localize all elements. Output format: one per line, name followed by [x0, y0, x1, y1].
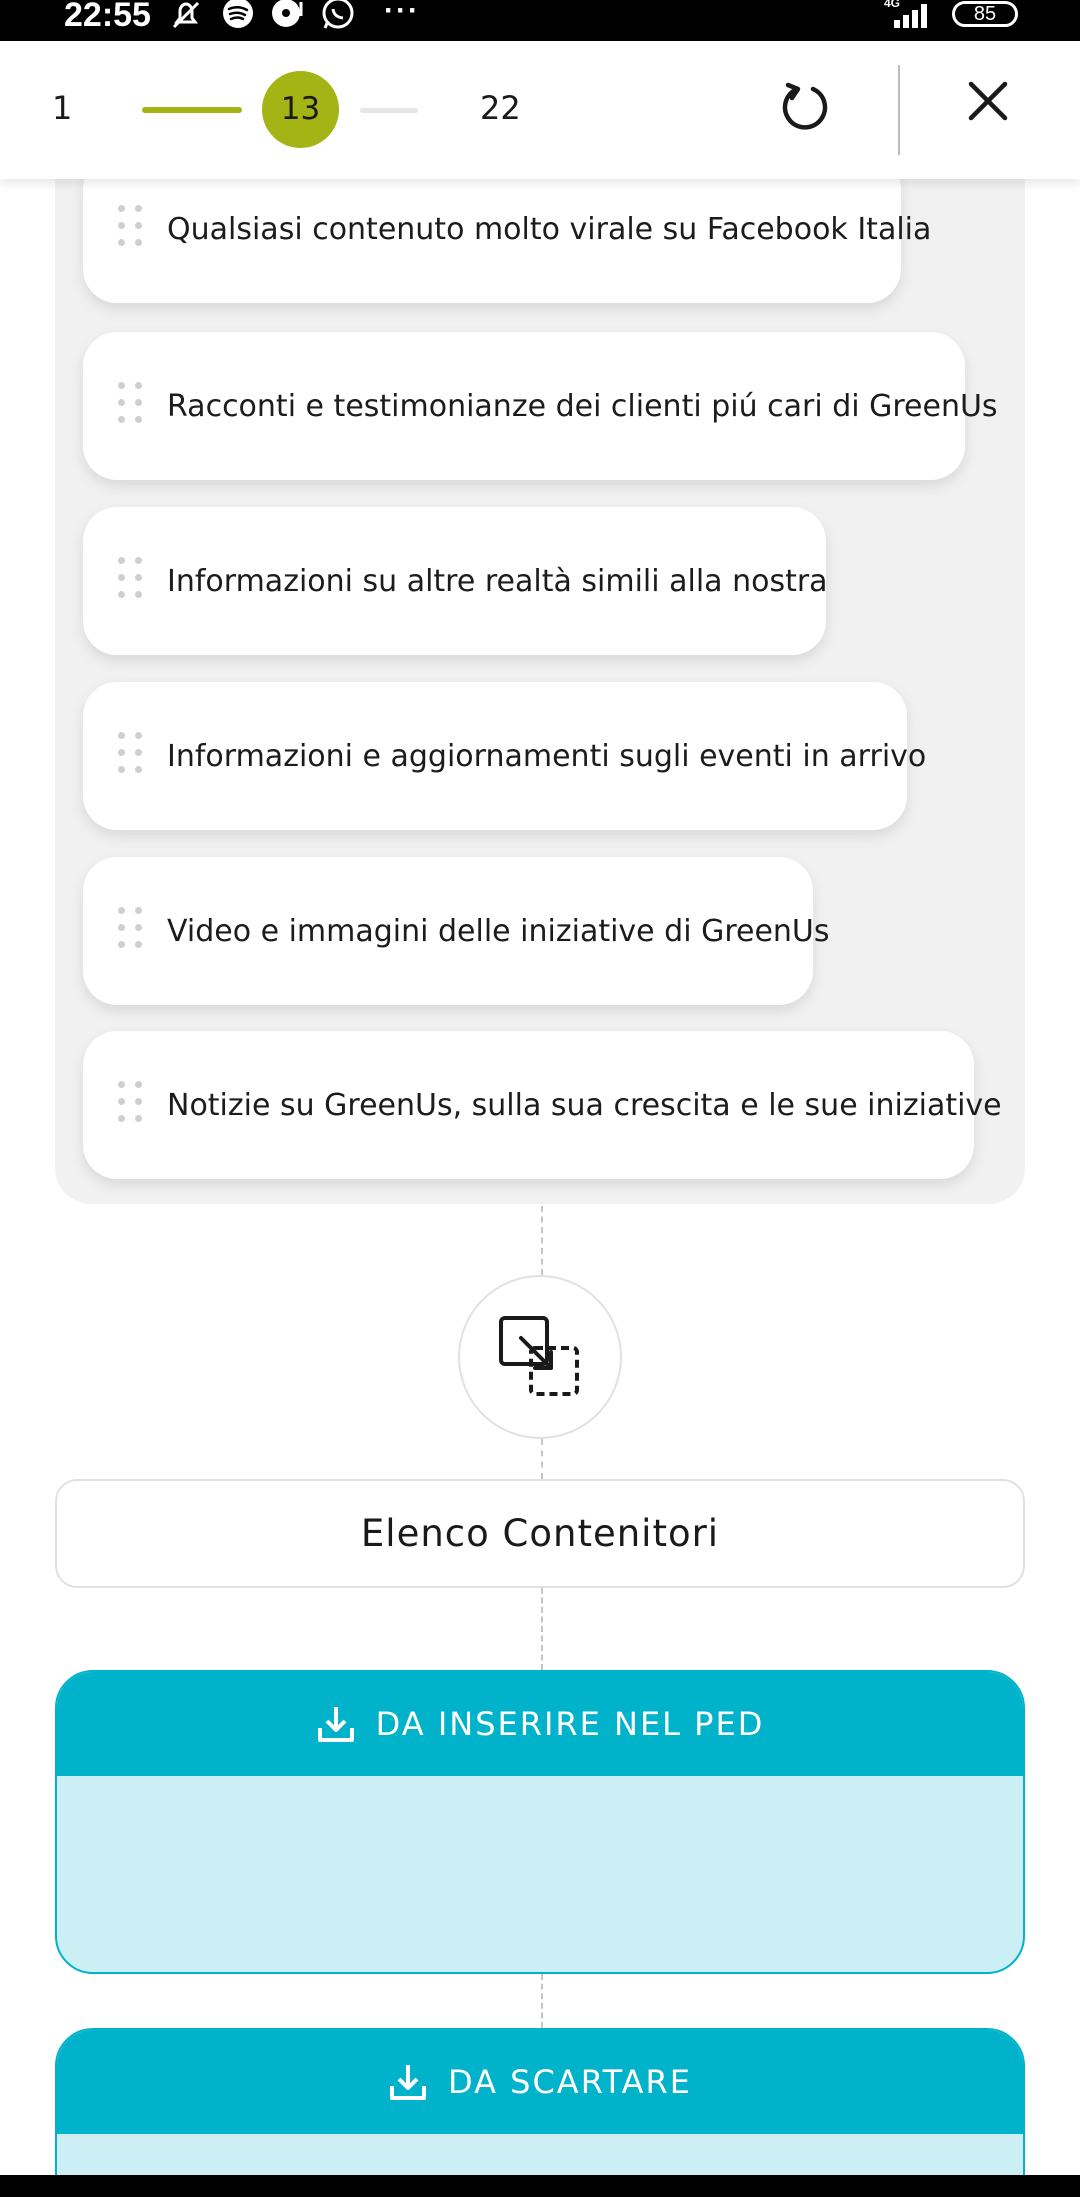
progress-current-step: 13 — [262, 71, 339, 148]
download-icon — [316, 1704, 356, 1744]
connector-line — [541, 1206, 543, 1275]
drag-handle-icon[interactable] — [118, 557, 144, 605]
progress-bar-remaining — [360, 108, 418, 113]
status-time: 22:55 — [64, 0, 151, 34]
bin-da-inserire-nel-ped[interactable]: DA INSERIRE NEL PED — [55, 1670, 1025, 1974]
draggable-card[interactable]: Informazioni e aggiornamenti sugli event… — [83, 682, 926, 830]
draggable-card[interactable]: Racconti e testimonianze dei clienti piú… — [83, 332, 998, 480]
whatsapp-icon — [320, 0, 356, 30]
header-divider — [898, 65, 900, 155]
refresh-icon[interactable] — [774, 71, 836, 141]
drag-handle-icon[interactable] — [118, 732, 144, 780]
close-icon[interactable] — [960, 73, 1016, 129]
connector-line — [541, 1439, 543, 1479]
spotify-icon — [220, 0, 256, 30]
more-dots-icon: ··· — [384, 0, 420, 27]
battery-icon: 85 — [952, 1, 1018, 27]
card-label: Notizie su GreenUs, sulla sua crescita e… — [167, 1087, 1002, 1123]
draggable-card[interactable]: Notizie su GreenUs, sulla sua crescita e… — [83, 1031, 1002, 1179]
download-icon — [388, 2062, 428, 2102]
bin-header: DA INSERIRE NEL PED — [57, 1672, 1023, 1776]
card-label: Racconti e testimonianze dei clienti piú… — [167, 388, 998, 424]
signal-icon — [880, 0, 936, 30]
card-label: Qualsiasi contenuto molto virale su Face… — [167, 211, 932, 247]
card-label: Informazioni su altre realtà simili alla… — [167, 563, 828, 599]
containers-title: Elenco Contenitori — [360, 1512, 720, 1555]
progress-end-number: 22 — [480, 89, 521, 127]
containers-title-box: Elenco Contenitori — [55, 1479, 1025, 1588]
music-icon — [270, 0, 306, 30]
draggable-card[interactable]: Video e immagini delle iniziative di Gre… — [83, 857, 830, 1005]
draggable-card[interactable]: Informazioni su altre realtà simili alla… — [83, 507, 828, 655]
card-label: Video e immagini delle iniziative di Gre… — [167, 913, 830, 949]
muted-notifications-icon — [168, 0, 204, 30]
bin-da-scartare[interactable]: DA SCARTARE — [55, 2028, 1025, 2197]
drag-handle-icon[interactable] — [118, 382, 144, 430]
system-navigation-bar — [0, 2175, 1080, 2197]
connector-line — [541, 1974, 543, 2028]
bin-label: DA INSERIRE NEL PED — [375, 1705, 765, 1743]
drag-handle-icon[interactable] — [118, 1081, 144, 1129]
card-label: Informazioni e aggiornamenti sugli event… — [167, 738, 927, 774]
drag-handle-icon[interactable] — [118, 907, 144, 955]
move-to-container-icon — [458, 1275, 622, 1439]
connector-line — [541, 1588, 543, 1670]
status-bar: 22:55 ··· 4G 85 — [0, 0, 1080, 41]
bin-label: DA SCARTARE — [448, 2063, 692, 2101]
progress-header: 1 13 22 — [0, 41, 1080, 179]
bin-header: DA SCARTARE — [57, 2030, 1023, 2134]
drag-handle-icon[interactable] — [118, 205, 144, 253]
progress-bar-filled — [142, 107, 242, 113]
progress-start-number: 1 — [52, 89, 73, 127]
